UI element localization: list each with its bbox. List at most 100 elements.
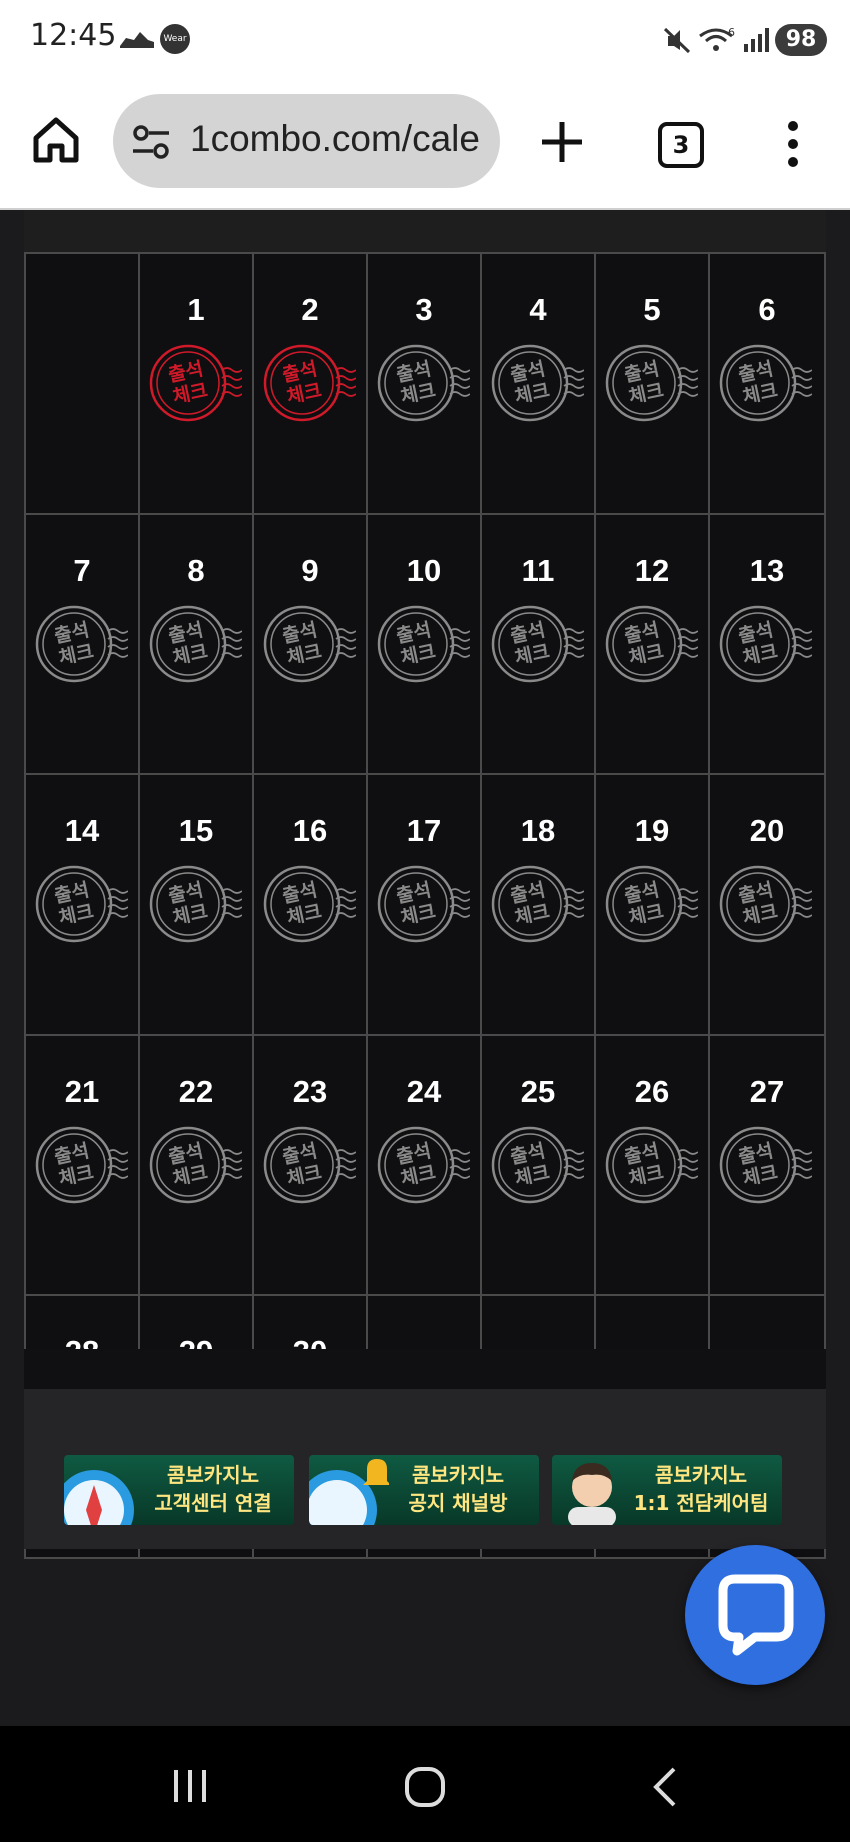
calendar-bottom-strip	[24, 1349, 826, 1389]
attendance-stamp-icon: 출석체크	[149, 605, 242, 682]
day-number: 9	[301, 552, 319, 588]
day-number: 16	[292, 813, 328, 849]
attendance-stamp-icon: 출석체크	[377, 865, 470, 943]
tune-icon[interactable]	[131, 124, 171, 160]
day-number: 1	[187, 292, 205, 327]
day-number: 3	[415, 292, 433, 327]
home-icon[interactable]	[30, 114, 82, 166]
banner-care-team[interactable]: 콤보카지노 1:1 전담케어팀	[552, 1455, 782, 1525]
calendar-day-19[interactable]: 19 출석 체크	[596, 775, 710, 1036]
day-number: 7	[73, 552, 91, 588]
attendance-stamp-icon: 출석체크	[263, 865, 356, 943]
calendar-day-20[interactable]: 20 출석 체크	[710, 775, 824, 1036]
bell-icon	[309, 1459, 389, 1525]
calendar-day-15[interactable]: 15 출석 체크	[140, 775, 254, 1036]
status-time: 12:45	[30, 18, 117, 53]
calendar-day-24[interactable]: 24 출석 체크	[368, 1035, 482, 1297]
mute-icon	[663, 27, 691, 54]
attendance-stamp-icon: 출석체크	[719, 344, 812, 422]
attendance-stamp-icon: 출석체크	[377, 344, 470, 422]
day-number: 20	[749, 813, 785, 849]
attendance-stamp-checked-icon: 출석체크	[149, 344, 242, 422]
day-number: 4	[529, 292, 547, 327]
plus-icon[interactable]	[538, 118, 586, 166]
attendance-stamp-icon: 출석체크	[377, 1126, 470, 1204]
attendance-stamp-icon: 출석체크	[35, 865, 128, 943]
compass-icon	[64, 1470, 134, 1525]
attendance-stamp-icon: 출석체크	[35, 605, 128, 682]
calendar-day-6[interactable]: 6 출석 체크	[710, 254, 824, 515]
back-icon[interactable]	[650, 1766, 680, 1808]
day-number: 17	[406, 813, 442, 849]
attendance-stamp-icon: 출석체크	[377, 605, 470, 682]
calendar-day-22[interactable]: 22 출석 체크	[140, 1035, 254, 1297]
attendance-stamp-icon: 출석체크	[35, 1126, 128, 1204]
calendar-day-26[interactable]: 26 출석 체크	[596, 1035, 710, 1297]
calendar-day-23[interactable]: 23 출석 체크	[254, 1035, 368, 1297]
agent-avatar-icon	[568, 1463, 616, 1525]
day-number: 13	[749, 552, 785, 588]
day-number: 24	[406, 1073, 442, 1109]
shoe-icon	[120, 32, 154, 48]
svg-text:6: 6	[728, 26, 735, 39]
calendar-day-13[interactable]: 13 출석 체크	[710, 514, 824, 776]
calendar-day-10[interactable]: 10 출석 체크	[368, 514, 482, 776]
attendance-stamp-checked-icon: 출석체크	[263, 344, 356, 422]
attendance-stamp-icon: 출석체크	[605, 1126, 698, 1204]
day-number: 6	[758, 292, 776, 327]
attendance-stamp-icon: 출석체크	[491, 865, 584, 943]
calendar-day-1[interactable]: 1 출석 체크	[140, 254, 254, 515]
chat-button[interactable]	[685, 1545, 825, 1685]
calendar-day-11[interactable]: 11 출석 체크	[482, 514, 596, 776]
calendar-day-16[interactable]: 16 출석 체크	[254, 775, 368, 1036]
attendance-stamp-icon: 출석체크	[719, 605, 812, 682]
calendar-day-14[interactable]: 14 출석 체크	[26, 775, 140, 1036]
day-number: 2	[301, 292, 319, 327]
calendar-day-5[interactable]: 5 출석 체크	[596, 254, 710, 515]
attendance-stamp-icon: 출석체크	[149, 1126, 242, 1204]
day-number: 11	[521, 552, 555, 588]
calendar-day-12[interactable]: 12 출석 체크	[596, 514, 710, 776]
attendance-stamp-icon: 출석체크	[491, 344, 584, 422]
day-number: 8	[187, 552, 205, 588]
attendance-stamp-icon: 출석체크	[605, 605, 698, 682]
more-vert-icon[interactable]	[780, 120, 806, 168]
banner-customer-center[interactable]: 콤보카지노 고객센터 연결	[64, 1455, 294, 1525]
address-bar[interactable]: 1combo.com/cale	[113, 94, 500, 188]
day-number: 21	[64, 1073, 100, 1109]
wifi-icon: 6	[699, 26, 735, 51]
attendance-stamp-icon: 출석체크	[149, 865, 242, 943]
day-number: 15	[178, 813, 214, 849]
calendar-day-17[interactable]: 17 출석 체크	[368, 775, 482, 1036]
system-nav-bar	[0, 1726, 850, 1842]
attendance-stamp-icon: 출석체크	[719, 1126, 812, 1204]
day-number: 19	[634, 813, 670, 849]
tabs-icon[interactable]: 3	[658, 122, 704, 168]
calendar-day-21[interactable]: 21 출석 체크	[26, 1035, 140, 1297]
calendar-day-27[interactable]: 27 출석 체크	[710, 1035, 824, 1297]
calendar-day-7[interactable]: 7 출석 체크	[26, 514, 140, 776]
calendar-day-2[interactable]: 2 출석 체크	[254, 254, 368, 515]
banner-notice-channel[interactable]: 콤보카지노 공지 채널방	[309, 1455, 539, 1525]
day-number: 14	[64, 813, 100, 849]
calendar-day-4[interactable]: 4 출석 체크	[482, 254, 596, 515]
day-number: 23	[292, 1073, 328, 1109]
day-number: 10	[406, 552, 442, 588]
calendar-day-25[interactable]: 25 출석 체크	[482, 1035, 596, 1297]
wear-icon: Wear	[160, 24, 190, 54]
recents-icon[interactable]	[170, 1766, 210, 1806]
calendar-empty-cell	[26, 254, 140, 515]
calendar-day-8[interactable]: 8 출석 체크	[140, 514, 254, 776]
attendance-stamp-icon: 출석체크	[605, 344, 698, 422]
day-number: 18	[520, 813, 556, 849]
day-number: 5	[643, 292, 661, 327]
weekday-header-cutoff	[24, 210, 826, 252]
status-bar: 12:45 Wear 6 98	[0, 0, 850, 80]
calendar-day-3[interactable]: 3 출석 체크	[368, 254, 482, 515]
signal-icon	[744, 28, 769, 52]
calendar-day-18[interactable]: 18 출석 체크	[482, 775, 596, 1036]
attendance-stamp-icon: 출석체크	[491, 1126, 584, 1204]
url-text[interactable]: 1combo.com/cale	[190, 118, 480, 160]
nav-home-icon[interactable]	[404, 1766, 446, 1808]
calendar-day-9[interactable]: 9 출석 체크	[254, 514, 368, 776]
